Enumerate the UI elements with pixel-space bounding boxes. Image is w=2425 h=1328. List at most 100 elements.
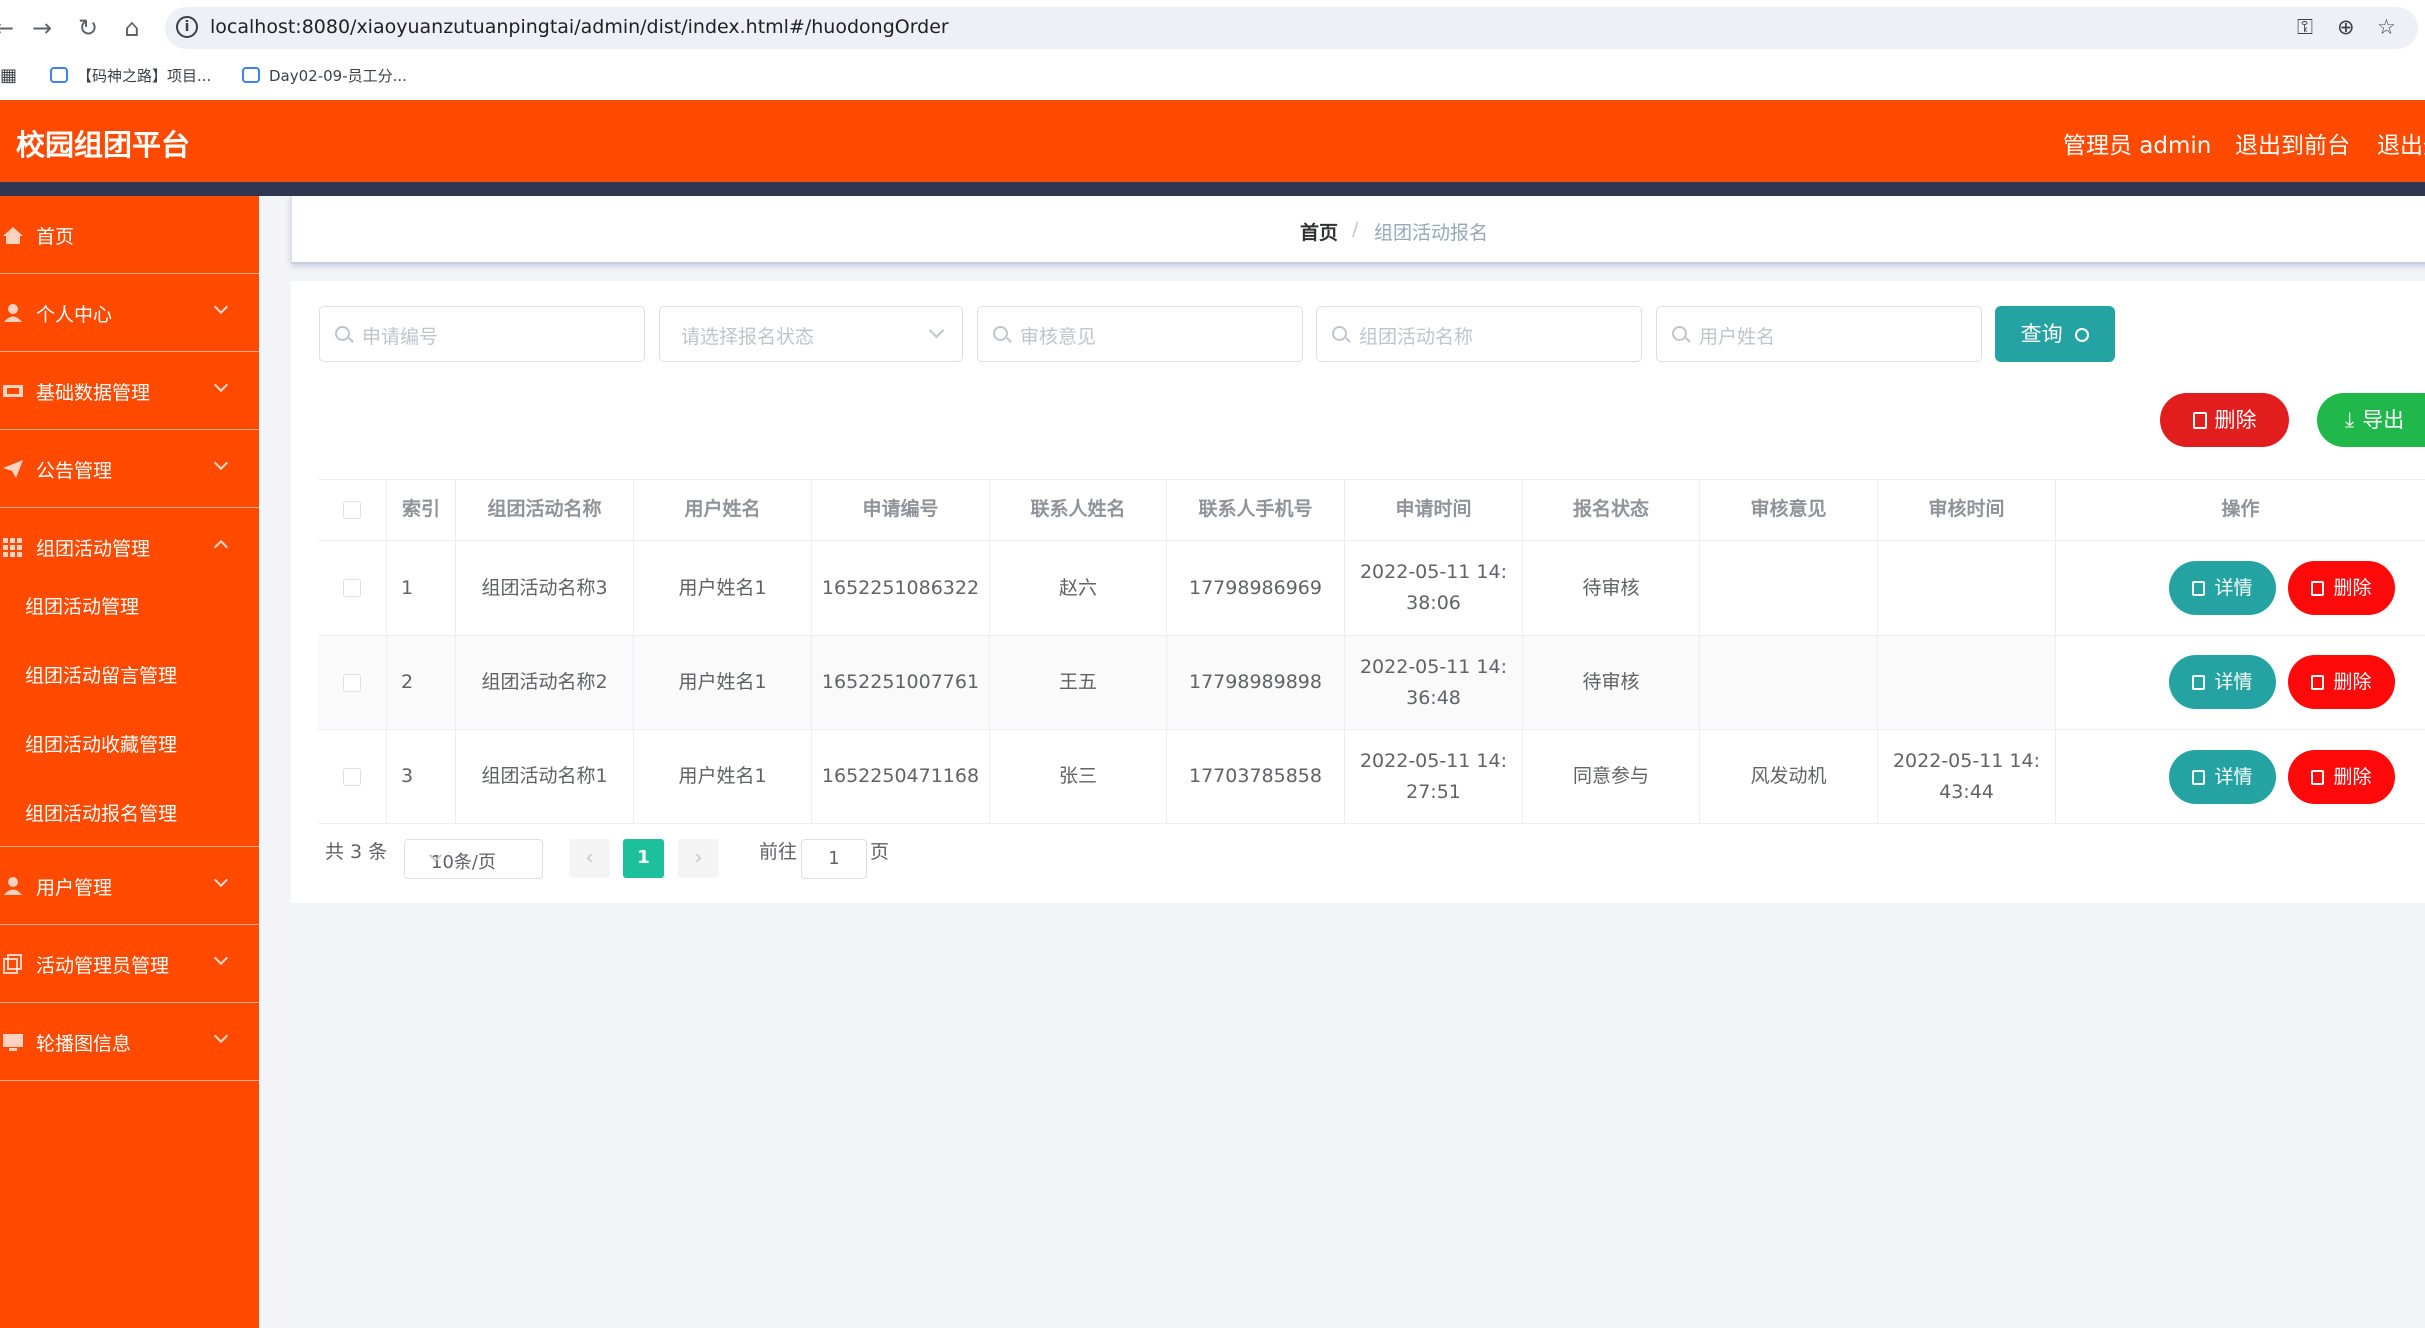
page-number-button[interactable]: 1 [623,839,664,878]
bookmark-star-icon[interactable]: ☆ [2377,15,2396,39]
cell-opinion: 风发动机 [1700,730,1878,823]
bookmarks-bar: ▦ 【码神之路】项目... Day02-09-员工分... [0,56,2425,100]
detail-button[interactable]: 详情 [2169,561,2276,615]
export-button[interactable]: ⤓ 导出 [2317,393,2425,447]
chevron-down-icon [213,950,229,966]
cell-review-time [1878,636,2056,729]
next-page-button[interactable]: › [678,839,719,878]
header-divider-strip [0,182,2425,196]
cell-status: 待审核 [1523,636,1700,729]
placeholder-text: 审核意见 [1020,326,1097,348]
sidebar-item-label: 活动管理员管理 [36,955,170,977]
bookmark-item[interactable]: 【码神之路】项目... [50,65,211,91]
row-checkbox[interactable] [343,767,361,786]
breadcrumb-separator: / [1352,218,1359,240]
goto-prefix: 前往 [759,841,798,863]
review-opinion-input[interactable]: 审核意见 [977,306,1303,362]
trash-icon [2192,412,2207,429]
search-icon [993,326,1008,341]
row-checkbox[interactable] [343,673,361,692]
grid-icon [3,538,22,557]
trash-icon [2311,581,2325,596]
sidebar-subitem-activity-signup[interactable]: 组团活动报名管理 [25,799,177,826]
sidebar: 首页 个人中心 基础数据管理 公告管理 组团活动管理 组团活动管理 组团活动留言… [0,196,259,1328]
delete-button[interactable]: 删除 [2288,750,2395,804]
sidebar-item-activity-admin[interactable]: 活动管理员管理 [0,925,259,1003]
breadcrumb-home[interactable]: 首页 [1300,218,1338,245]
column-header: 审核时间 [1878,479,2056,540]
page-size-select[interactable]: 10条/页 [404,839,543,879]
sidebar-subitem-activity-favorite[interactable]: 组团活动收藏管理 [25,730,177,757]
bookmark-label: Day02-09-员工分... [269,67,407,85]
batch-delete-button[interactable]: 删除 [2160,393,2289,447]
column-header: 组团活动名称 [456,479,634,540]
delete-button[interactable]: 删除 [2288,561,2395,615]
forward-icon[interactable]: → [28,14,56,42]
column-header: 申请时间 [1345,479,1523,540]
exit-to-front-link[interactable]: 退出到前台 [2235,126,2350,160]
prev-page-button[interactable]: ‹ [569,839,610,878]
sidebar-item-carousel[interactable]: 轮播图信息 [0,1003,259,1081]
bookmark-item[interactable]: Day02-09-员工分... [242,65,407,91]
cell-phone: 17798989898 [1167,636,1345,729]
cell-status: 待审核 [1523,541,1700,635]
query-button[interactable]: 查询 [1995,306,2115,362]
column-header: 操作 [2221,498,2260,520]
sidebar-item-home[interactable]: 首页 [0,196,259,274]
site-info-icon[interactable]: i [176,16,198,38]
url-text[interactable]: localhost:8080/xiaoyuanzutuanpingtai/adm… [210,16,949,38]
sidebar-item-basic-data[interactable]: 基础数据管理 [0,352,259,430]
cell-index: 2 [387,636,456,729]
select-all-checkbox[interactable] [343,500,361,519]
sidebar-item-group-activity[interactable]: 组团活动管理 [0,508,259,586]
placeholder-text: 组团活动名称 [1359,326,1474,348]
sidebar-subitem-activity-manage[interactable]: 组团活动管理 [25,592,139,619]
chevron-down-icon [213,872,229,888]
cell-contact: 王五 [990,636,1167,729]
detail-button[interactable]: 详情 [2169,655,2276,709]
password-key-icon[interactable]: ⚿ [2297,15,2313,40]
sidebar-item-user-manage[interactable]: 用户管理 [0,847,259,925]
sidebar-item-label: 轮播图信息 [36,1033,132,1055]
delete-button[interactable]: 删除 [2288,655,2395,709]
zoom-icon[interactable]: ⊕ [2337,15,2355,39]
chevron-down-icon [928,322,945,339]
data-icon [3,385,23,397]
apply-no-input[interactable]: 申请编号 [319,306,645,362]
cell-index: 1 [387,541,456,635]
user-icon [4,877,22,895]
app-header: 校园组团平台 管理员 admin 退出到前台 退出登 [0,100,2425,182]
send-icon [3,460,23,478]
sidebar-item-personal-center[interactable]: 个人中心 [0,274,259,352]
placeholder-text: 申请编号 [362,326,439,348]
document-icon [2192,675,2206,690]
cell-activity: 组团活动名称3 [456,541,634,635]
cell-apply-no: 1652251007761 [812,636,990,729]
activity-name-input[interactable]: 组团活动名称 [1316,306,1642,362]
cell-apply-time: 2022-05-11 14: 36:48 [1345,636,1523,729]
cell-review-time: 2022-05-11 14: 43:44 [1878,730,2056,823]
sidebar-item-notice[interactable]: 公告管理 [0,430,259,508]
chevron-down-icon [213,299,229,315]
column-header: 联系人姓名 [990,479,1167,540]
apps-grid-icon[interactable]: ▦ [0,65,17,91]
goto-page-input[interactable]: 1 [801,839,867,879]
status-select[interactable]: 请选择报名状态 [659,306,963,362]
export-label: 导出 [2362,408,2405,432]
address-bar[interactable]: i localhost:8080/xiaoyuanzutuanpingtai/a… [165,7,2418,49]
home-icon[interactable]: ⌂ [118,14,146,42]
sidebar-subitem-activity-message[interactable]: 组团活动留言管理 [25,661,177,688]
logout-link[interactable]: 退出登 [2377,126,2425,160]
sidebar-item-label: 用户管理 [36,877,113,899]
chevron-up-icon [213,539,229,555]
detail-button[interactable]: 详情 [2169,750,2276,804]
pagination-total: 共 3 条 [325,841,388,863]
user-name-input[interactable]: 用户姓名 [1656,306,1982,362]
reload-icon[interactable]: ↻ [74,14,102,42]
download-icon: ⤓ [2345,408,2355,432]
trash-icon [2311,675,2325,690]
cell-contact: 赵六 [990,541,1167,635]
cell-user: 用户姓名1 [634,730,812,823]
back-icon[interactable]: ← [0,14,18,42]
row-checkbox[interactable] [343,579,361,597]
